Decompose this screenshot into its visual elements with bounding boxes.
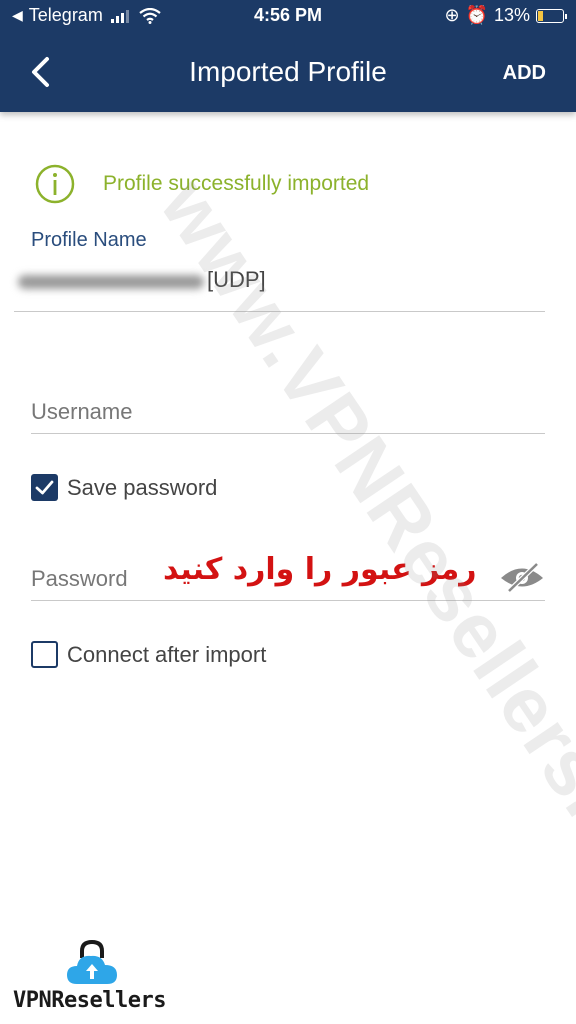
- connect-after-import-label: Connect after import: [67, 641, 267, 667]
- app-header: ◀ Telegram 4:56 PM ⊕ ⏰ 13% Imported Prof…: [0, 0, 576, 112]
- save-password-checkbox-row[interactable]: Save password: [31, 474, 217, 501]
- eye-off-icon: [501, 562, 543, 593]
- check-icon: [35, 480, 54, 495]
- redacted-profile-text: [18, 275, 204, 289]
- success-banner: Profile successfully imported: [35, 164, 369, 204]
- success-message: Profile successfully imported: [103, 172, 370, 195]
- info-icon: [35, 164, 75, 204]
- toggle-password-visibility-button[interactable]: [499, 561, 545, 593]
- profile-name-label: Profile Name: [31, 229, 147, 251]
- page-title: Imported Profile: [189, 56, 387, 87]
- connect-after-import-checkbox[interactable]: [31, 641, 58, 668]
- status-indicators: ⊕ ⏰ 13%: [444, 5, 567, 26]
- battery-icon: [536, 8, 567, 23]
- brand-logo: VPNResellers: [13, 938, 173, 1018]
- username-field-container: [31, 390, 545, 434]
- lock-cloud-icon: [67, 940, 117, 984]
- alarm-icon: ⏰: [465, 5, 488, 25]
- nav-bar: Imported Profile ADD: [0, 32, 576, 112]
- save-password-label: Save password: [67, 474, 218, 500]
- save-password-checkbox[interactable]: [31, 474, 58, 501]
- logo-text: VPNResellers: [13, 988, 166, 1013]
- profile-name-value: [UDP]: [207, 267, 266, 292]
- status-bar: ◀ Telegram 4:56 PM ⊕ ⏰ 13%: [0, 0, 576, 32]
- connect-after-import-row[interactable]: Connect after import: [31, 641, 266, 668]
- password-hint-overlay: رمز عبور را وارد کنید: [163, 552, 477, 587]
- battery-percent: 13%: [493, 5, 530, 25]
- profile-name-field[interactable]: [UDP]: [14, 265, 545, 312]
- add-button[interactable]: ADD: [503, 62, 546, 85]
- username-input[interactable]: [31, 390, 545, 433]
- orientation-lock-icon: ⊕: [444, 5, 460, 25]
